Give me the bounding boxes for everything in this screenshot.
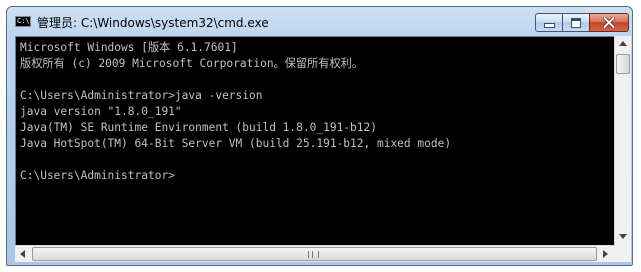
horizontal-scrollbar[interactable] xyxy=(15,245,614,262)
console-line: 版权所有 (c) 2009 Microsoft Corporation。保留所有… xyxy=(20,57,364,70)
arrow-left-icon xyxy=(20,250,25,258)
scroll-up-button[interactable] xyxy=(615,36,631,52)
console-output[interactable]: Microsoft Windows [版本 6.1.7601] 版权所有 (c)… xyxy=(15,36,614,245)
console-line: Microsoft Windows [版本 6.1.7601] xyxy=(20,41,238,54)
scrollbar-corner xyxy=(614,245,631,262)
console-prompt-line: C:\Users\Administrator> xyxy=(20,169,175,182)
console-line: C:\Users\Administrator>java -version xyxy=(20,89,263,102)
grip-icon xyxy=(308,251,319,258)
arrow-down-icon xyxy=(619,234,627,239)
scroll-left-button[interactable] xyxy=(15,246,31,262)
scroll-right-button[interactable] xyxy=(597,246,613,262)
arrow-right-icon xyxy=(603,250,608,258)
maximize-button[interactable] xyxy=(562,13,590,32)
scroll-down-button[interactable] xyxy=(615,228,631,244)
minimize-icon xyxy=(543,23,555,28)
close-button[interactable] xyxy=(589,13,629,32)
vertical-scrollbar[interactable] xyxy=(614,36,631,245)
maximize-icon xyxy=(571,17,581,28)
title-bar[interactable]: C:\ 管理员: C:\Windows\system32\cmd.exe xyxy=(7,7,632,35)
minimize-button[interactable] xyxy=(535,13,563,32)
vertical-scroll-thumb[interactable] xyxy=(616,54,630,74)
arrow-up-icon xyxy=(619,41,627,46)
console-line: Java(TM) SE Runtime Environment (build 1… xyxy=(20,121,377,134)
cmd-window: C:\ 管理员: C:\Windows\system32\cmd.exe Mic… xyxy=(6,6,633,266)
console-line: java version "1.8.0_191" xyxy=(20,105,182,118)
cmd-app-icon[interactable]: C:\ xyxy=(15,16,31,27)
window-title: 管理员: C:\Windows\system32\cmd.exe xyxy=(37,16,269,30)
close-icon xyxy=(603,17,615,28)
console-line: Java HotSpot(TM) 64-Bit Server VM (build… xyxy=(20,137,452,150)
horizontal-scroll-thumb[interactable] xyxy=(32,247,597,261)
